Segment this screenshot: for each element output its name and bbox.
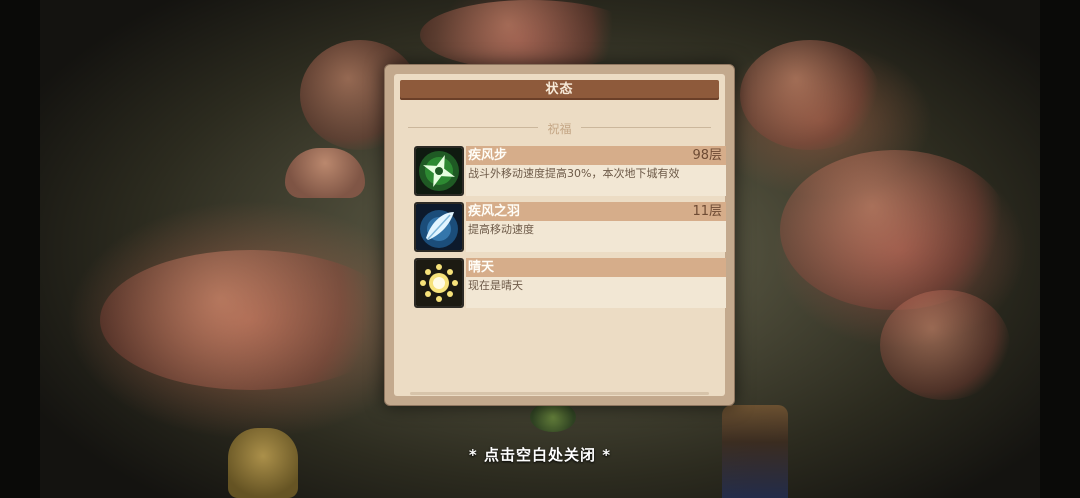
- buff-stack-count: 11层: [692, 204, 722, 219]
- panel-title: 状态: [400, 80, 719, 100]
- coral-bush: [420, 0, 640, 70]
- buff-header: 晴天: [466, 258, 726, 277]
- buff-header: 疾风之羽 11层: [466, 202, 726, 221]
- buff-stack-count: 98层: [692, 148, 722, 163]
- buff-description: 战斗外移动速度提高30%，本次地下城有效: [468, 167, 680, 180]
- coral-bush: [880, 290, 1010, 400]
- buff-name: 晴天: [468, 260, 495, 275]
- buff-header: 疾风步 98层: [466, 146, 726, 165]
- green-pot: [530, 402, 576, 432]
- buff-list: 疾风步 98层 战斗外移动速度提高30%，本次地下城有效 疾风之羽 11层 提高…: [414, 146, 726, 314]
- divider: [408, 127, 538, 128]
- buff-item[interactable]: 疾风之羽 11层 提高移动速度: [414, 202, 726, 252]
- buff-body: 疾风之羽 11层 提高移动速度: [466, 202, 726, 252]
- coral-bush: [100, 250, 400, 390]
- feather-icon: [414, 202, 464, 252]
- buff-body: 晴天 现在是晴天: [466, 258, 726, 308]
- sun-icon: [414, 258, 464, 308]
- divider: [410, 392, 709, 395]
- buff-item[interactable]: 疾风步 98层 战斗外移动速度提高30%，本次地下城有效: [414, 146, 726, 196]
- buff-body: 疾风步 98层 战斗外移动速度提高30%，本次地下城有效: [466, 146, 726, 196]
- status-panel: 状态 祝福 疾风步 98层 战斗外移动速度提高30%，本次地下城有效 疾风之羽 …: [384, 64, 735, 406]
- screen-edge-left: [0, 0, 40, 498]
- buff-description: 提高移动速度: [468, 223, 534, 236]
- coral-bush: [780, 150, 1010, 310]
- coral-bush: [740, 40, 880, 150]
- close-hint[interactable]: * 点击空白处关闭 *: [0, 444, 1080, 465]
- buff-item[interactable]: 晴天 现在是晴天: [414, 258, 726, 308]
- screen-edge-right: [1040, 0, 1080, 498]
- tree-stump: [285, 148, 365, 198]
- shuriken-icon: [414, 146, 464, 196]
- section-title: 祝福: [547, 122, 572, 136]
- buff-name: 疾风之羽: [468, 204, 521, 219]
- panel-paper: 状态 祝福 疾风步 98层 战斗外移动速度提高30%，本次地下城有效 疾风之羽 …: [394, 74, 726, 396]
- section-header: 祝福: [408, 118, 711, 136]
- buff-name: 疾风步: [468, 148, 508, 163]
- divider: [581, 127, 711, 128]
- buff-description: 现在是晴天: [468, 279, 523, 292]
